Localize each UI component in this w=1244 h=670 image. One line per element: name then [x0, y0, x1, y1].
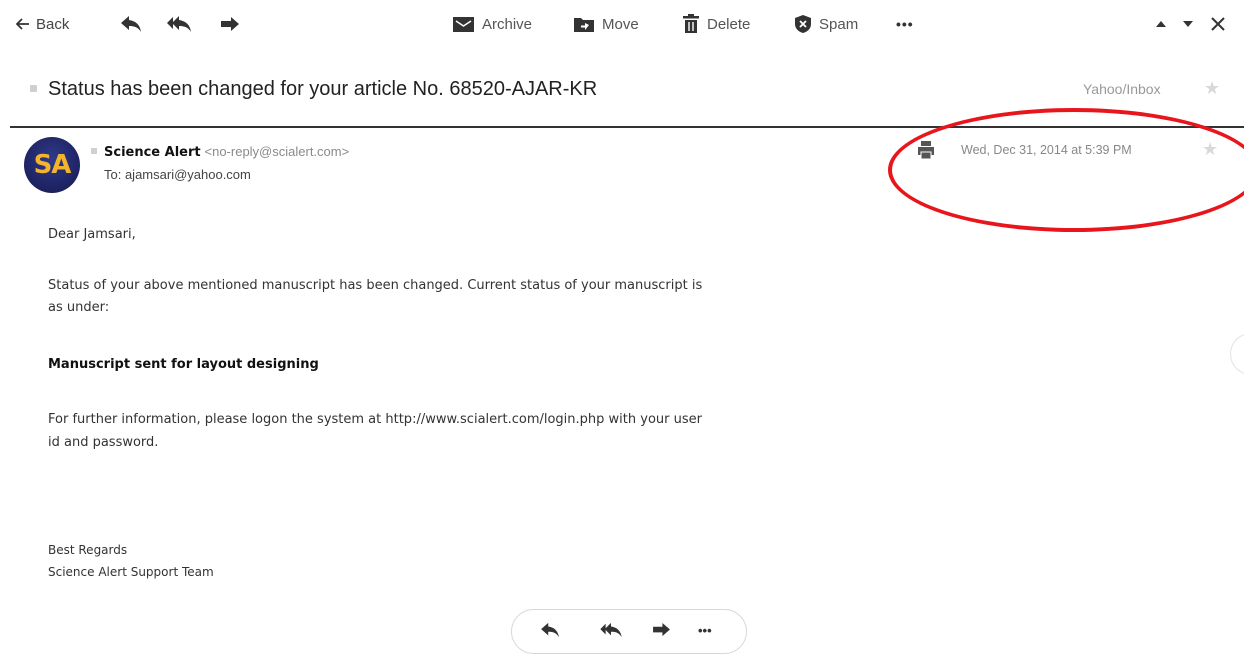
body-paragraph-2-line-2: id and password.	[48, 435, 159, 450]
quick-reply-button[interactable]	[540, 622, 560, 643]
back-button[interactable]: Back	[16, 10, 69, 38]
avatar-initials: SA	[33, 150, 72, 180]
move-folder-icon	[573, 16, 595, 33]
next-message-button[interactable]	[1182, 10, 1194, 38]
quick-reply-all-button[interactable]	[599, 622, 623, 643]
move-button[interactable]: Move	[573, 10, 639, 38]
folder-path: Yahoo/Inbox	[1083, 81, 1161, 97]
spam-button[interactable]: Spam	[794, 10, 858, 38]
trash-icon	[682, 14, 700, 34]
quick-more-button[interactable]: •••	[698, 623, 712, 638]
back-label: Back	[36, 15, 70, 33]
message-star-icon[interactable]: ★	[1202, 139, 1218, 160]
caret-down-icon	[1182, 20, 1194, 28]
reply-all-icon	[166, 15, 192, 33]
message-toolbar: Back Archive Move Delete Spam •••	[0, 0, 1244, 48]
quick-reply-bar: •••	[511, 609, 747, 654]
sender-name[interactable]: Science Alert	[104, 145, 201, 160]
reply-button[interactable]	[120, 10, 142, 38]
forward-icon	[220, 16, 240, 32]
more-actions-button[interactable]: •••	[896, 10, 914, 38]
delete-button[interactable]: Delete	[682, 10, 750, 38]
quick-forward-button[interactable]	[652, 622, 671, 642]
arrow-left-icon	[16, 18, 30, 30]
sender-email: <no-reply@scialert.com>	[204, 144, 350, 159]
manuscript-status: Manuscript sent for layout designing	[48, 357, 319, 372]
shield-icon	[794, 14, 812, 34]
reply-icon	[540, 622, 560, 643]
subject-bar: Status has been changed for your article…	[0, 68, 1244, 112]
avatar: SA	[24, 137, 80, 193]
body-paragraph-1-line-2: as under:	[48, 300, 110, 315]
delete-label: Delete	[707, 15, 751, 33]
previous-message-button[interactable]	[1155, 10, 1167, 38]
reply-icon	[120, 15, 142, 33]
body-paragraph-2-line-1: For further information, please logon th…	[48, 412, 702, 427]
recipient-line: To: ajamsari@yahoo.com	[104, 167, 251, 182]
close-icon	[1210, 16, 1226, 32]
body-paragraph-1-line-1: Status of your above mentioned manuscrip…	[48, 278, 703, 293]
header-divider	[10, 126, 1244, 128]
close-message-button[interactable]	[1210, 10, 1226, 38]
unread-marker[interactable]	[30, 85, 37, 92]
unread-dot[interactable]	[91, 148, 97, 154]
more-actions-label: •••	[896, 16, 914, 32]
message-subject: Status has been changed for your article…	[48, 78, 598, 100]
caret-up-icon	[1155, 20, 1167, 28]
sender-line: Science Alert <no-reply@scialert.com>	[104, 143, 349, 160]
reply-all-icon	[599, 622, 623, 643]
print-icon[interactable]	[917, 140, 935, 165]
reply-all-button[interactable]	[166, 10, 192, 38]
archive-button[interactable]: Archive	[452, 10, 532, 38]
body-signature: Science Alert Support Team	[48, 565, 214, 579]
forward-icon	[652, 622, 671, 642]
star-icon[interactable]: ★	[1204, 78, 1220, 99]
spam-label: Spam	[819, 15, 859, 33]
move-label: Move	[602, 15, 639, 33]
message-date: Wed, Dec 31, 2014 at 5:39 PM	[961, 143, 1132, 157]
side-panel-toggle[interactable]	[1230, 333, 1244, 375]
quick-more-label: •••	[698, 623, 712, 638]
archive-label: Archive	[482, 15, 533, 33]
forward-button[interactable]	[220, 10, 240, 38]
archive-icon	[452, 16, 475, 33]
body-signoff: Best Regards	[48, 543, 128, 557]
body-greeting: Dear Jamsari,	[48, 227, 136, 242]
